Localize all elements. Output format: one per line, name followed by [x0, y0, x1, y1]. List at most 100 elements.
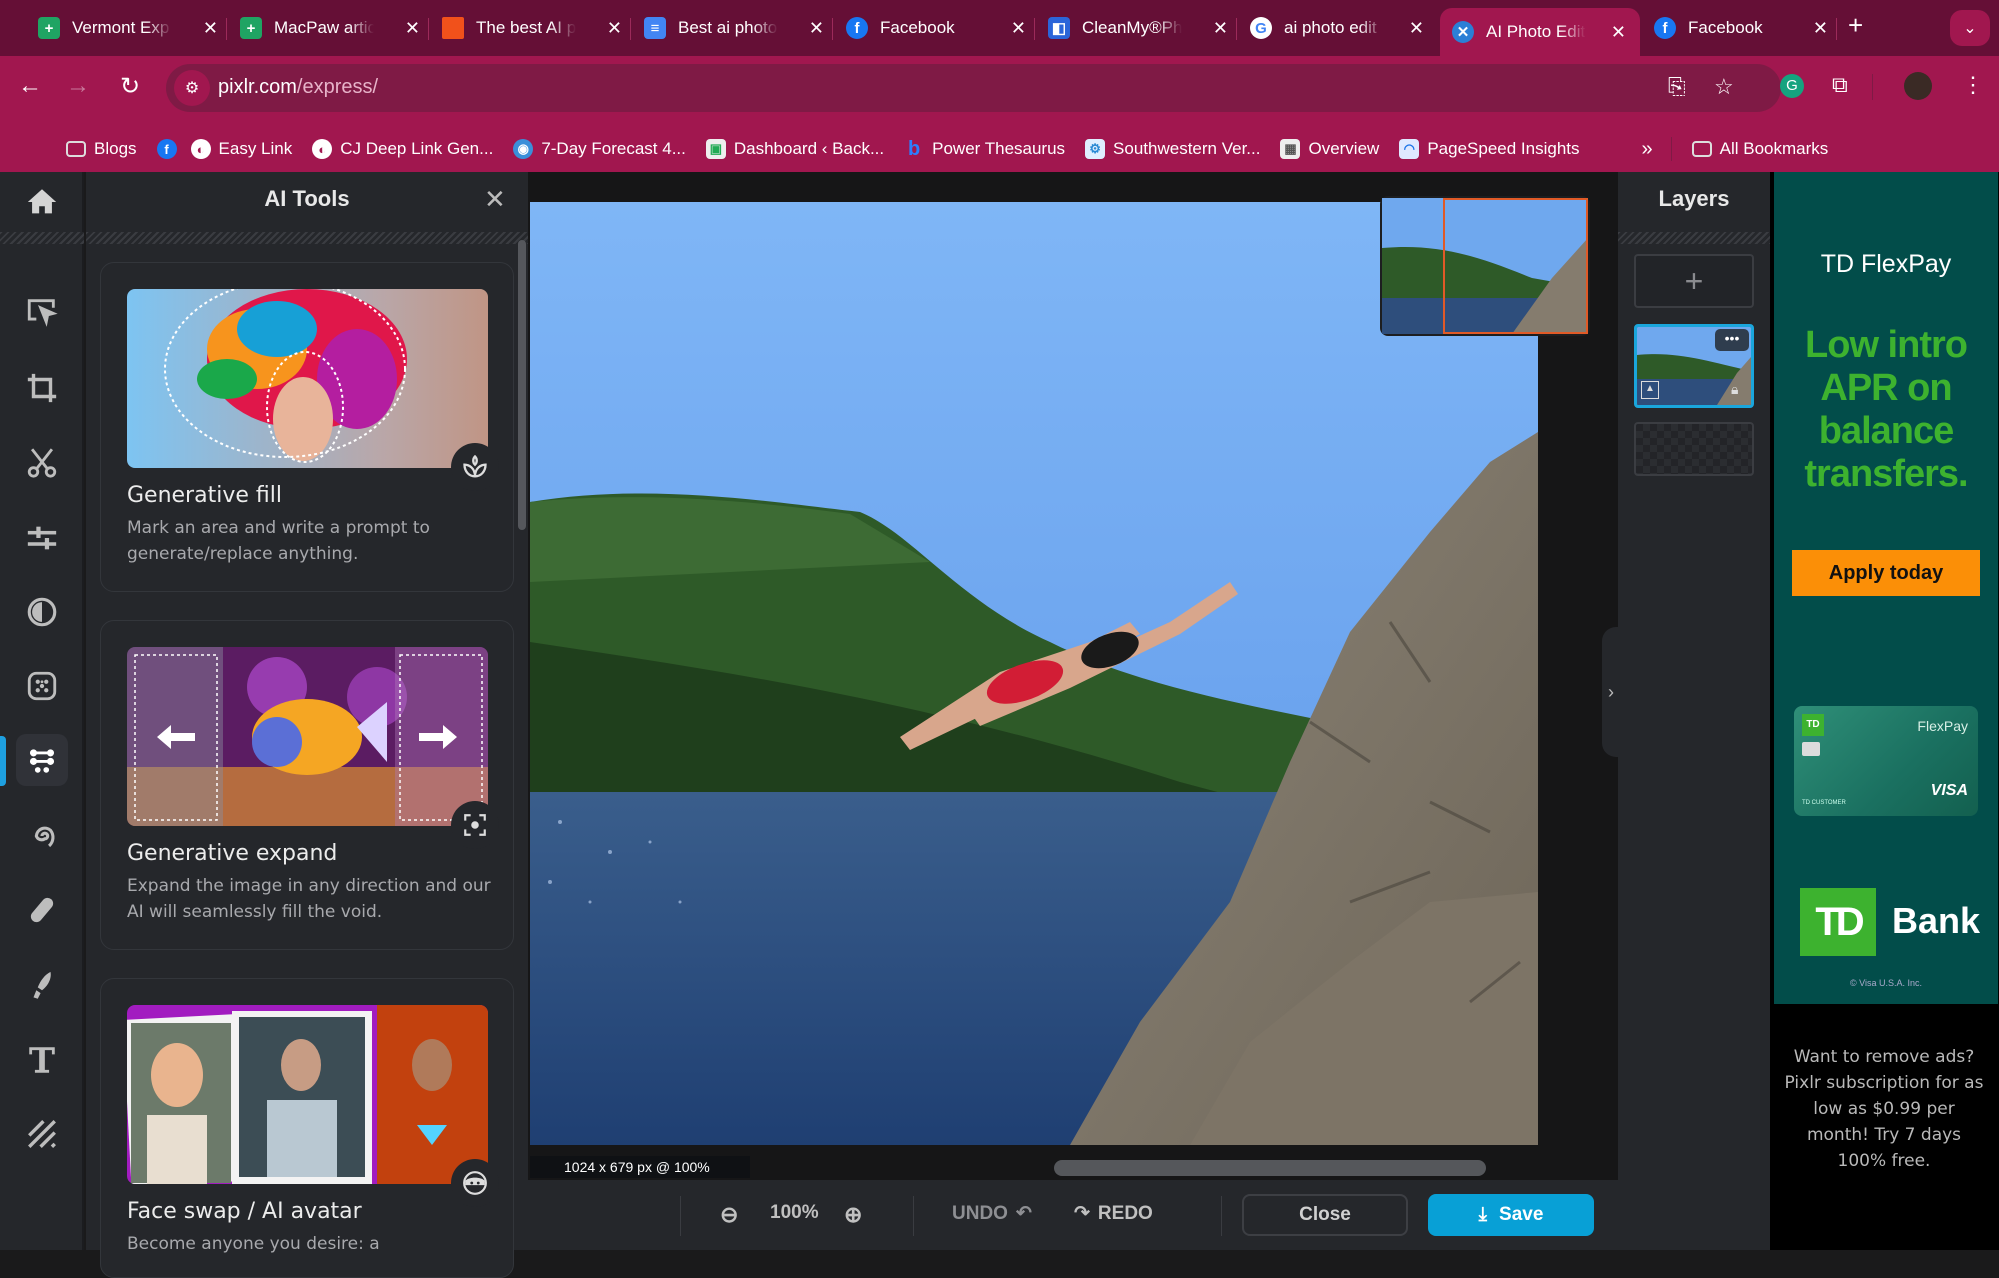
- forward-button[interactable]: →: [62, 72, 94, 100]
- bookmark-forecast[interactable]: ◉ 7-Day Forecast 4...: [513, 139, 686, 159]
- bookmark-southwestern[interactable]: ⚙ Southwestern Ver...: [1085, 139, 1260, 159]
- ad-brand: TD FlexPay: [1820, 250, 1952, 278]
- zoom-in-icon[interactable]: ⊕: [844, 1202, 862, 1228]
- bookmark-pagespeed[interactable]: ◠ PageSpeed Insights: [1399, 139, 1580, 159]
- back-button[interactable]: ←: [14, 72, 46, 100]
- bookmark-star-icon[interactable]: ☆: [1714, 74, 1734, 100]
- bookmark-cj-deep-link[interactable]: ◐ CJ Deep Link Gen...: [312, 139, 493, 159]
- zoom-level: 100%: [770, 1202, 819, 1223]
- text-icon[interactable]: [16, 1034, 68, 1086]
- pattern-lines-icon[interactable]: [16, 1108, 68, 1160]
- bookmark-power-thesaurus[interactable]: b Power Thesaurus: [904, 138, 1065, 160]
- tab-facebook-2[interactable]: f Facebook ✕: [1642, 8, 1842, 48]
- tab-macpaw[interactable]: + MacPaw artic ✕: [228, 8, 434, 48]
- close-tab-icon[interactable]: ✕: [1213, 18, 1228, 39]
- site-info-icon[interactable]: ⚙: [174, 70, 210, 106]
- undo-button[interactable]: UNDO ↶: [952, 1202, 1032, 1225]
- lock-icon[interactable]: 🔒︎: [1731, 381, 1738, 398]
- panel-scrollbar[interactable]: [518, 240, 526, 530]
- profile-avatar[interactable]: [1904, 72, 1932, 100]
- bookmark-blogs[interactable]: Blogs: [66, 139, 137, 159]
- canvas-workspace[interactable]: 1024 x 679 px @ 100%: [528, 172, 1618, 1180]
- zoom-out-icon[interactable]: ⊖: [720, 1202, 738, 1228]
- folder-icon: [66, 141, 86, 157]
- navigator-minimap[interactable]: [1380, 196, 1590, 336]
- generative-expand-thumbnail: [127, 647, 488, 826]
- calendar-icon: ▦: [1280, 139, 1301, 159]
- arrange-select-icon[interactable]: [16, 286, 68, 338]
- card-title: Generative fill: [127, 483, 282, 508]
- close-panel-button[interactable]: ✕: [484, 184, 506, 215]
- cleanmymac-icon: ◧: [1048, 17, 1070, 39]
- card-chip: [1802, 742, 1820, 756]
- tab-best-ai-photo[interactable]: ≡ Best ai photo ✕: [632, 8, 838, 48]
- site-icon: ▣: [705, 139, 726, 159]
- draw-brush-icon[interactable]: [16, 960, 68, 1012]
- ad-legal: © Visa U.S.A. Inc.: [1850, 978, 1922, 988]
- image-dimensions-readout: 1024 x 679 px @ 100%: [530, 1156, 750, 1178]
- tab-search-button[interactable]: ⌄: [1950, 10, 1990, 46]
- ai-tools-panel: AI Tools ✕ Generative fill Mark an area …: [86, 172, 528, 1278]
- new-tab-button[interactable]: +: [1848, 10, 1863, 41]
- add-layer-button[interactable]: +: [1634, 254, 1754, 308]
- retouch-bandage-icon[interactable]: [16, 884, 68, 936]
- tool-rail: [0, 172, 84, 1250]
- url-text[interactable]: pixlr.com/express/: [218, 76, 378, 99]
- close-tab-icon[interactable]: ✕: [203, 18, 218, 39]
- layer-thumbnail-transparent[interactable]: [1634, 422, 1754, 476]
- bookmark-dashboard[interactable]: ▣ Dashboard ‹ Back...: [705, 139, 884, 159]
- ai-tools-icon[interactable]: [16, 734, 68, 786]
- remove-ads-promo[interactable]: Want to remove ads? Pixlr subscription f…: [1784, 1044, 1984, 1174]
- close-button[interactable]: Close: [1242, 1194, 1408, 1236]
- crop-icon[interactable]: [16, 362, 68, 414]
- noaa-icon: ◉: [513, 139, 534, 159]
- filter-contrast-icon[interactable]: [16, 586, 68, 638]
- liquify-spiral-icon[interactable]: [16, 810, 68, 862]
- close-tab-icon[interactable]: ✕: [809, 18, 824, 39]
- redo-button[interactable]: ↷ REDO: [1074, 1202, 1153, 1225]
- close-tab-icon[interactable]: ✕: [1813, 18, 1828, 39]
- tab-facebook[interactable]: f Facebook ✕: [834, 8, 1040, 48]
- apply-today-button[interactable]: Apply today: [1792, 550, 1980, 596]
- close-tab-icon[interactable]: ✕: [405, 18, 420, 39]
- bookmark-easy-link[interactable]: ◐ Easy Link: [190, 139, 292, 159]
- reload-button[interactable]: ↻: [114, 72, 146, 101]
- site-icon: ⚙: [1085, 139, 1106, 159]
- save-button[interactable]: ⤓ Save: [1428, 1194, 1594, 1236]
- horizontal-scrollbar[interactable]: [1054, 1160, 1486, 1176]
- install-app-icon[interactable]: ⎘: [1668, 74, 1686, 100]
- tab-cleanmy[interactable]: ◧ CleanMy®Ph ✕: [1036, 8, 1242, 48]
- cutout-scissors-icon[interactable]: [16, 436, 68, 488]
- close-tab-icon[interactable]: ✕: [607, 18, 622, 39]
- all-bookmarks[interactable]: All Bookmarks: [1691, 139, 1828, 159]
- globe-icon: ◐: [190, 139, 211, 159]
- extensions-icon[interactable]: ⧉: [1832, 72, 1848, 98]
- orange-square-icon: [442, 17, 464, 39]
- card-description: Become anyone you desire: a: [127, 1234, 380, 1254]
- ai-tool-card-face-swap[interactable]: Face swap / AI avatar Become anyone you …: [100, 978, 514, 1278]
- td-flexpay-ad[interactable]: TD FlexPay Low intro APR on balance tran…: [1774, 172, 1998, 1004]
- layer-more-options-icon[interactable]: •••: [1715, 329, 1749, 351]
- layer-thumbnail-image[interactable]: ••• ▲ 🔒︎: [1634, 324, 1754, 408]
- tab-google[interactable]: Gai photo edit ✕: [1238, 8, 1438, 48]
- close-tab-icon[interactable]: ✕: [1011, 18, 1026, 39]
- canvas-image[interactable]: [530, 202, 1538, 1145]
- grammarly-icon[interactable]: G: [1780, 74, 1804, 98]
- address-bar[interactable]: ⚙ pixlr.com/express/ ⎘ ☆: [166, 64, 1781, 112]
- home-icon[interactable]: [16, 176, 68, 228]
- bookmarks-overflow-button[interactable]: »: [1642, 138, 1653, 161]
- close-tab-icon[interactable]: ✕: [1409, 18, 1424, 39]
- tab-best-ai[interactable]: The best AI p ✕: [430, 8, 636, 48]
- facebook-icon: f: [846, 17, 868, 39]
- ad-sidebar: TD FlexPay Low intro APR on balance tran…: [1770, 172, 1999, 1250]
- bookmark-facebook[interactable]: f: [156, 139, 185, 159]
- menu-icon[interactable]: ⋮: [1962, 72, 1984, 98]
- ai-tool-card-generative-expand[interactable]: Generative expand Expand the image in an…: [100, 620, 514, 950]
- bookmark-overview[interactable]: ▦ Overview: [1280, 139, 1379, 159]
- effects-dots-icon[interactable]: [16, 660, 68, 712]
- close-tab-icon[interactable]: ✕: [1611, 22, 1626, 43]
- ai-tool-card-generative-fill[interactable]: Generative fill Mark an area and write a…: [100, 262, 514, 592]
- tab-ai-photo-editor[interactable]: ✕ AI Photo Edit ✕: [1440, 8, 1640, 56]
- tab-vermont[interactable]: + Vermont Exp ✕: [26, 8, 232, 48]
- adjust-sliders-icon[interactable]: [16, 512, 68, 564]
